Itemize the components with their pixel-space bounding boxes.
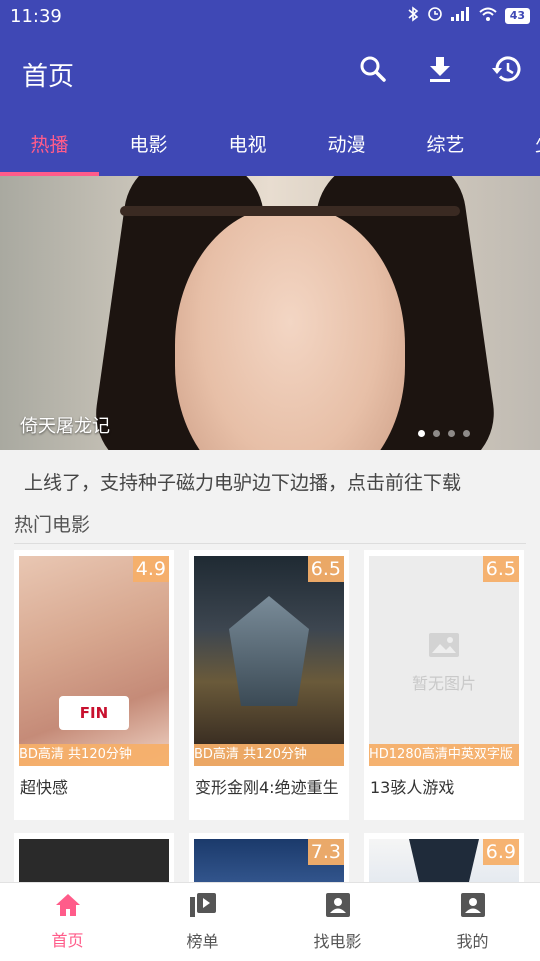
profile-icon bbox=[460, 892, 486, 922]
banner-image-headband bbox=[120, 206, 460, 216]
image-placeholder-text: 暂无图片 bbox=[411, 674, 476, 693]
status-time: 11:39 bbox=[10, 5, 62, 27]
search-icon bbox=[359, 55, 387, 87]
page-title: 首页 bbox=[22, 62, 75, 92]
find-movie-icon bbox=[325, 892, 351, 922]
nav-label: 首页 bbox=[51, 931, 84, 950]
nav-label: 我的 bbox=[456, 932, 489, 951]
signal-icon bbox=[450, 7, 471, 25]
movie-title: 超快感 bbox=[20, 778, 69, 797]
tab-anime[interactable]: 动漫 bbox=[297, 110, 396, 176]
section-divider bbox=[14, 543, 526, 544]
movie-poster: 6.5 BD高清 共120分钟 bbox=[194, 556, 344, 766]
movie-score: 6.9 bbox=[482, 839, 519, 865]
battery-indicator: 43 bbox=[504, 8, 530, 24]
app-bar: 首页 bbox=[0, 32, 540, 110]
movie-score: 7.3 bbox=[307, 839, 344, 865]
nav-find-movie[interactable]: 找电影 bbox=[270, 883, 405, 961]
movie-quality: BD高清 共120分钟 bbox=[19, 744, 169, 766]
movie-quality: BD高清 共120分钟 bbox=[194, 744, 344, 766]
tab-tv[interactable]: 电视 bbox=[198, 110, 297, 176]
banner-dot bbox=[463, 430, 470, 437]
nav-label: 榜单 bbox=[186, 932, 219, 951]
movie-score: 4.9 bbox=[132, 556, 169, 582]
status-icons: 43 bbox=[407, 6, 530, 26]
nav-profile[interactable]: 我的 bbox=[405, 883, 540, 961]
banner-caption: 倚天屠龙记 bbox=[20, 416, 110, 437]
download-icon bbox=[427, 55, 453, 87]
search-button[interactable] bbox=[356, 54, 390, 88]
poster-logo: FIN bbox=[59, 696, 129, 730]
tab-kids[interactable]: 少 bbox=[495, 110, 540, 176]
movie-score: 6.5 bbox=[482, 556, 519, 582]
banner-pagination bbox=[418, 430, 470, 437]
tab-hot[interactable]: 热播 bbox=[0, 110, 99, 176]
section-title: 热门电影 bbox=[14, 514, 91, 536]
nav-home[interactable]: 首页 bbox=[0, 883, 135, 961]
poster-robot bbox=[229, 596, 309, 706]
playlist-icon bbox=[189, 892, 217, 922]
tab-variety[interactable]: 综艺 bbox=[396, 110, 495, 176]
marquee-notice[interactable]: 上线了，支持种子磁力电驴边下边播，点击前往下载 bbox=[24, 468, 461, 495]
movie-card[interactable]: FIN 4.9 BD高清 共120分钟 超快感 bbox=[14, 550, 174, 820]
nav-ranking[interactable]: 榜单 bbox=[135, 883, 270, 961]
movie-title: 变形金刚4:绝迹重生 bbox=[195, 778, 339, 797]
tab-movies[interactable]: 电影 bbox=[99, 110, 198, 176]
banner-dot bbox=[418, 430, 425, 437]
image-placeholder-icon bbox=[428, 632, 460, 658]
movie-poster: 暂无图片 6.5 HD1280高清中英双字版 bbox=[369, 556, 519, 766]
nav-label: 找电影 bbox=[313, 932, 362, 951]
alarm-icon bbox=[427, 6, 443, 26]
wifi-icon bbox=[479, 7, 497, 25]
status-bar: 11:39 43 bbox=[0, 0, 540, 32]
history-icon bbox=[490, 54, 522, 88]
history-button[interactable] bbox=[489, 54, 523, 88]
movie-score: 6.5 bbox=[307, 556, 344, 582]
download-button[interactable] bbox=[423, 54, 457, 88]
movie-quality: HD1280高清中英双字版 bbox=[369, 744, 519, 766]
bluetooth-icon bbox=[407, 6, 419, 26]
featured-banner[interactable]: 倚天屠龙记 bbox=[0, 176, 540, 450]
banner-dot bbox=[448, 430, 455, 437]
banner-dot bbox=[433, 430, 440, 437]
movie-title: 13骇人游戏 bbox=[370, 778, 455, 797]
movie-card[interactable]: 6.5 BD高清 共120分钟 变形金刚4:绝迹重生 bbox=[189, 550, 349, 820]
movie-poster: FIN 4.9 BD高清 共120分钟 bbox=[19, 556, 169, 766]
movie-card[interactable]: 暂无图片 6.5 HD1280高清中英双字版 13骇人游戏 bbox=[364, 550, 524, 820]
bottom-navigation: 首页 榜单 找电影 我的 bbox=[0, 882, 540, 961]
category-tabs: 热播 电影 电视 动漫 综艺 少 bbox=[0, 110, 540, 176]
home-icon bbox=[55, 893, 81, 921]
